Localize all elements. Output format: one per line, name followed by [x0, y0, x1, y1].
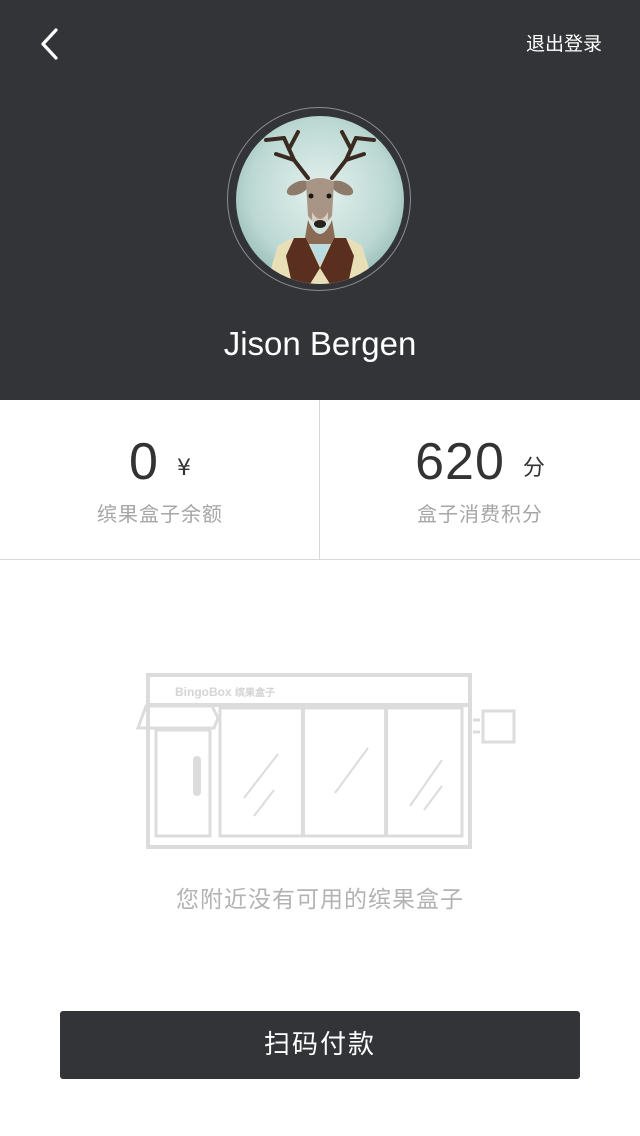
machine-brand: BingoBox — [175, 685, 232, 699]
balance-unit: ¥ — [176, 456, 191, 481]
points-value: 620 — [415, 433, 505, 491]
avatar[interactable] — [236, 116, 404, 284]
back-button[interactable] — [30, 24, 70, 64]
chevron-left-icon — [41, 28, 58, 60]
points-value-row: 620 分 — [320, 432, 640, 492]
empty-state-message: 您附近没有可用的缤果盒子 — [176, 887, 464, 913]
points-unit: 分 — [522, 456, 545, 481]
stats-panel: 0 ¥ 缤果盒子余额 620 分 盒子消费积分 — [0, 400, 640, 560]
deer-avatar-icon — [236, 116, 404, 284]
profile-header: 退出登录 Jison Bergen — [0, 0, 640, 400]
username: Jison Bergen — [223, 325, 417, 362]
balance-stat[interactable]: 0 ¥ 缤果盒子余额 — [0, 400, 320, 560]
points-label: 盒子消费积分 — [417, 502, 543, 526]
balance-label: 缤果盒子余额 — [97, 502, 223, 526]
bingobox-machine-illustration: BingoBox 缤果盒子 — [130, 668, 520, 853]
machine-brand-cn: 缤果盒子 — [235, 688, 276, 699]
points-stat[interactable]: 620 分 盒子消费积分 — [320, 400, 640, 560]
machine-brand-label: BingoBox 缤果盒子 — [175, 684, 275, 699]
logout-button[interactable]: 退出登录 — [526, 30, 602, 58]
balance-value: 0 — [129, 433, 159, 491]
scan-to-pay-button[interactable]: 扫码付款 — [60, 1011, 580, 1079]
balance-value-row: 0 ¥ — [0, 432, 320, 492]
